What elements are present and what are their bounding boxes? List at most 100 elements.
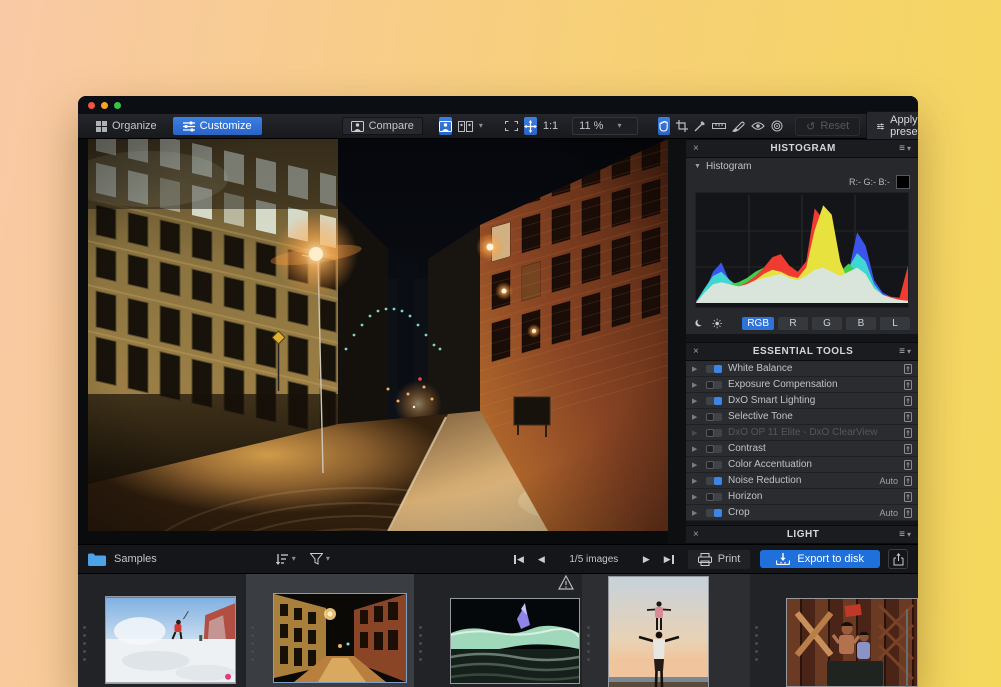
expander-triangle-icon[interactable]: ▶ xyxy=(692,413,700,421)
print-button[interactable]: Print xyxy=(688,550,751,569)
adjustment-popout-icon[interactable] xyxy=(904,460,912,470)
first-image-button[interactable]: ◀ xyxy=(514,554,524,565)
adjustment-popout-icon[interactable] xyxy=(904,380,912,390)
reset-button[interactable]: ↺ Reset xyxy=(795,117,860,136)
adjustment-popout-icon[interactable] xyxy=(904,364,912,374)
crop-tool-button[interactable] xyxy=(676,117,688,135)
zoom-level-field[interactable]: 11 % ▾ xyxy=(572,117,638,135)
apply-preset-button[interactable]: Apply preset xyxy=(866,111,918,141)
enable-toggle[interactable] xyxy=(706,365,722,373)
adjustment-popout-icon[interactable] xyxy=(904,492,912,502)
export-to-disk-button[interactable]: Export to disk xyxy=(760,550,880,568)
enable-toggle[interactable] xyxy=(706,461,722,469)
star-rating[interactable] xyxy=(587,626,590,661)
adjustment-popout-icon[interactable] xyxy=(904,444,912,454)
last-image-button[interactable]: ▶ xyxy=(664,554,674,565)
thumbnail-ski-jump[interactable] xyxy=(78,574,246,687)
zoom-1to1-button[interactable]: 1:1 xyxy=(543,120,558,132)
tool-row[interactable]: ▶ Contrast xyxy=(686,441,918,457)
adjustment-popout-icon[interactable] xyxy=(904,508,912,518)
histogram-menu-icon[interactable]: ≡▾ xyxy=(899,143,911,154)
tool-row[interactable]: ▶ Selective Tone xyxy=(686,409,918,425)
star-rating[interactable] xyxy=(83,626,86,661)
adjustment-popout-icon[interactable] xyxy=(904,428,912,438)
tab-organize[interactable]: Organize xyxy=(86,117,167,135)
pan-view-button[interactable] xyxy=(524,117,537,135)
minimize-window-icon[interactable] xyxy=(101,102,108,109)
expander-triangle-icon[interactable]: ▶ xyxy=(692,397,700,405)
thumbnail-scrollbar[interactable] xyxy=(906,609,908,687)
close-histogram-icon[interactable]: × xyxy=(693,143,707,154)
fit-to-screen-button[interactable] xyxy=(505,117,518,135)
star-rating[interactable] xyxy=(419,626,422,661)
enable-toggle[interactable] xyxy=(706,429,722,437)
close-window-icon[interactable] xyxy=(88,102,95,109)
next-image-button[interactable]: ▶ xyxy=(643,554,650,565)
highlight-clipping-sun-icon[interactable] xyxy=(712,316,722,331)
horizon-tool-button[interactable] xyxy=(712,117,726,135)
enable-toggle[interactable] xyxy=(706,381,722,389)
adjustment-popout-icon[interactable] xyxy=(904,396,912,406)
channel-g-button[interactable]: G xyxy=(812,317,842,330)
expander-triangle-icon[interactable]: ▶ xyxy=(692,381,700,389)
previous-image-button[interactable]: ◀ xyxy=(538,554,545,565)
expander-triangle-icon[interactable]: ▶ xyxy=(692,461,700,469)
photo-night-street[interactable] xyxy=(88,139,668,531)
red-eye-tool-button[interactable] xyxy=(751,117,765,135)
enable-toggle[interactable] xyxy=(706,509,722,517)
light-menu-icon[interactable]: ≡▾ xyxy=(899,529,911,540)
expander-triangle-icon[interactable]: ▶ xyxy=(692,509,700,517)
expander-triangle-icon[interactable]: ▶ xyxy=(692,445,700,453)
close-essential-tools-icon[interactable]: × xyxy=(693,346,707,357)
sort-button[interactable]: ▾ xyxy=(275,553,296,565)
thumbnail-night-street[interactable] xyxy=(246,574,414,687)
histogram-section-row[interactable]: ▼ Histogram xyxy=(686,158,918,174)
star-rating[interactable] xyxy=(755,626,758,661)
channel-l-button[interactable]: L xyxy=(880,317,910,330)
dust-removal-button[interactable] xyxy=(771,117,783,135)
split-view-button[interactable] xyxy=(458,117,473,135)
tool-row[interactable]: ▶ Noise Reduction Auto xyxy=(686,473,918,489)
tool-row[interactable]: ▶ Exposure Compensation xyxy=(686,377,918,393)
close-light-icon[interactable]: × xyxy=(693,529,707,540)
tool-row[interactable]: ▶ Color Accentuation xyxy=(686,457,918,473)
expander-triangle-icon[interactable]: ▶ xyxy=(692,429,700,437)
panel-splitter[interactable] xyxy=(668,139,686,544)
tool-row[interactable]: ▶ DxO Smart Lighting xyxy=(686,393,918,409)
zoom-window-icon[interactable] xyxy=(114,102,121,109)
thumbnail-wooden-house[interactable] xyxy=(750,574,918,687)
channel-rgb-button[interactable]: RGB xyxy=(742,317,774,330)
essential-tools-menu-icon[interactable]: ≡▾ xyxy=(899,346,911,357)
enable-toggle[interactable] xyxy=(706,397,722,405)
shadow-clipping-moon-icon[interactable] xyxy=(694,316,704,330)
thumbnail-beach-acrobatics[interactable] xyxy=(582,574,750,687)
tool-row[interactable]: ▶ White Balance xyxy=(686,361,918,377)
enable-toggle[interactable] xyxy=(706,493,722,501)
single-image-view-button[interactable] xyxy=(439,117,452,135)
hand-tool-button[interactable] xyxy=(658,117,670,135)
expander-triangle-icon[interactable]: ▶ xyxy=(692,477,700,485)
repair-brush-button[interactable] xyxy=(732,117,745,135)
share-button[interactable] xyxy=(888,549,908,569)
white-balance-picker-button[interactable] xyxy=(694,117,706,135)
collapse-triangle-icon[interactable]: ▼ xyxy=(694,163,701,170)
enable-toggle[interactable] xyxy=(706,477,722,485)
channel-b-button[interactable]: B xyxy=(846,317,876,330)
filter-button[interactable]: ▾ xyxy=(310,553,330,565)
compare-button[interactable]: Compare xyxy=(342,117,423,135)
tool-row[interactable]: ▶ Crop Auto xyxy=(686,505,918,521)
expander-triangle-icon[interactable]: ▶ xyxy=(692,493,700,501)
enable-toggle[interactable] xyxy=(706,445,722,453)
adjustment-popout-icon[interactable] xyxy=(904,412,912,422)
thumbnail-ocean-waves[interactable] xyxy=(414,574,582,687)
adjustment-popout-icon[interactable] xyxy=(904,476,912,486)
star-rating[interactable] xyxy=(251,626,254,661)
view-mode-caret-icon[interactable]: ▾ xyxy=(479,122,483,130)
tab-customize[interactable]: Customize xyxy=(173,117,262,135)
tool-row[interactable]: ▶ Horizon xyxy=(686,489,918,505)
channel-r-button[interactable]: R xyxy=(778,317,808,330)
enable-toggle[interactable] xyxy=(706,413,722,421)
expander-triangle-icon[interactable]: ▶ xyxy=(692,365,700,373)
tool-row[interactable]: ▶ DxO OP 11 Elite - DxO ClearView xyxy=(686,425,918,441)
folder-label[interactable]: Samples xyxy=(114,553,157,565)
